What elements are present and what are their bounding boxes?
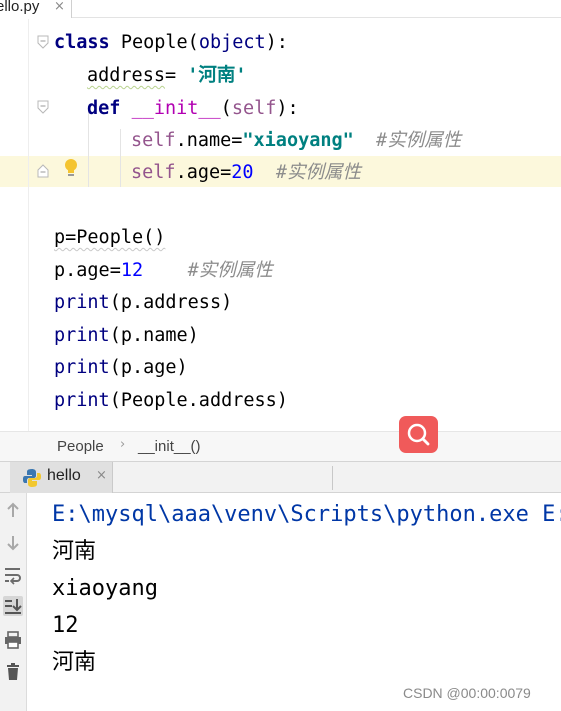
print-builtin: print — [54, 357, 110, 378]
code-line-10: print(p.name) — [54, 321, 199, 351]
assign: = — [164, 65, 188, 86]
editor-tab-hello-py[interactable]: ello.py × — [0, 0, 72, 18]
print-args: (p.address) — [109, 292, 233, 313]
string-literal: "xiaoyang" — [242, 130, 354, 151]
editor-tab-label: ello.py — [0, 0, 40, 15]
trash-icon[interactable] — [3, 662, 23, 682]
down-arrow-icon[interactable] — [3, 533, 23, 553]
console-output[interactable]: E:\mysql\aaa\venv\Scripts\python.exe E:/… — [28, 494, 561, 711]
code-line-2: address= '河南' — [87, 61, 247, 91]
attr-name: .name= — [175, 130, 243, 151]
editor-tab-strip: ello.py × — [0, 0, 561, 18]
editor-tab-close-icon[interactable]: × — [54, 0, 65, 14]
attr-age: .age= — [175, 162, 232, 183]
code-line-8: p.age=12 #实例属性 — [54, 256, 273, 286]
run-toolbar — [0, 493, 27, 711]
code-line-5: self.age=20 #实例属性 — [131, 158, 361, 188]
code-line-7: p=People() — [54, 223, 165, 253]
code-line-4: self.name="xiaoyang" #实例属性 — [131, 126, 461, 156]
comment: #实例属性 — [253, 162, 361, 183]
console-line: 河南 — [52, 650, 97, 675]
keyword-class: class — [54, 32, 110, 53]
print-icon[interactable] — [3, 630, 23, 650]
self-ref: self — [131, 130, 176, 151]
run-tab-hello[interactable]: hello × — [10, 462, 113, 493]
code-line-3: def __init__(self): — [87, 94, 299, 124]
base-class: object — [198, 32, 266, 53]
lightbulb-icon[interactable] — [62, 157, 80, 179]
console-line-command[interactable]: E:\mysql\aaa\venv\Scripts\python.exe E:/ — [52, 496, 561, 533]
console-line: 河南 — [52, 539, 97, 564]
search-icon — [407, 423, 430, 446]
breadcrumb-method[interactable]: __init__() — [138, 438, 201, 455]
print-builtin: print — [54, 390, 110, 411]
indent-guide — [120, 129, 121, 187]
tab-divider — [332, 466, 333, 490]
instance-creation: p=People() — [54, 227, 166, 248]
param-self: self — [231, 98, 277, 119]
number-literal: 12 — [120, 260, 144, 281]
punct: ( — [220, 98, 232, 119]
print-builtin: print — [54, 292, 110, 313]
punct: ): — [276, 98, 299, 119]
string-literal: '河南' — [187, 65, 247, 86]
code-line-1: class People(object): — [54, 28, 288, 58]
breadcrumb-class[interactable]: People — [57, 438, 104, 455]
breadcrumb-separator: › — [120, 437, 126, 452]
comment: #实例属性 — [143, 260, 273, 281]
attr-address: address — [87, 65, 165, 86]
run-tab-label: hello — [47, 467, 81, 484]
print-builtin: print — [54, 325, 110, 346]
number-literal: 20 — [231, 162, 254, 183]
up-arrow-icon[interactable] — [3, 500, 23, 520]
print-args: (p.age) — [109, 357, 188, 378]
code-editor[interactable]: class People(object): address= '河南' def … — [0, 19, 561, 431]
fold-end-icon[interactable] — [36, 163, 50, 179]
fold-class-icon[interactable] — [36, 34, 50, 50]
punct: ): — [265, 32, 288, 53]
fold-init-icon[interactable] — [36, 99, 50, 115]
search-button[interactable] — [399, 416, 438, 453]
keyword-def: def — [87, 98, 121, 119]
breadcrumb: People › __init__() — [0, 431, 561, 461]
scroll-to-end-icon[interactable] — [3, 596, 23, 616]
code-line-11: print(p.age) — [54, 353, 188, 383]
assign-age: p.age= — [54, 260, 121, 281]
console-line: 12 — [52, 613, 79, 638]
soft-wrap-icon[interactable] — [3, 565, 23, 585]
code-line-12: print(People.address) — [54, 386, 288, 416]
print-args: (People.address) — [109, 390, 288, 411]
method-name: __init__ — [131, 98, 221, 119]
code-line-9: print(p.address) — [54, 288, 232, 318]
console-line: xiaoyang — [52, 576, 158, 601]
gutter-divider — [28, 19, 29, 431]
run-tab-close-icon[interactable]: × — [96, 468, 107, 483]
run-tool-tabs: hello × — [0, 461, 561, 493]
class-name: People( — [109, 32, 199, 53]
comment: #实例属性 — [353, 130, 462, 151]
watermark: CSDN @00:00:0079 — [403, 685, 531, 701]
python-icon — [23, 469, 41, 487]
print-args: (p.name) — [109, 325, 199, 346]
self-ref: self — [131, 162, 176, 183]
